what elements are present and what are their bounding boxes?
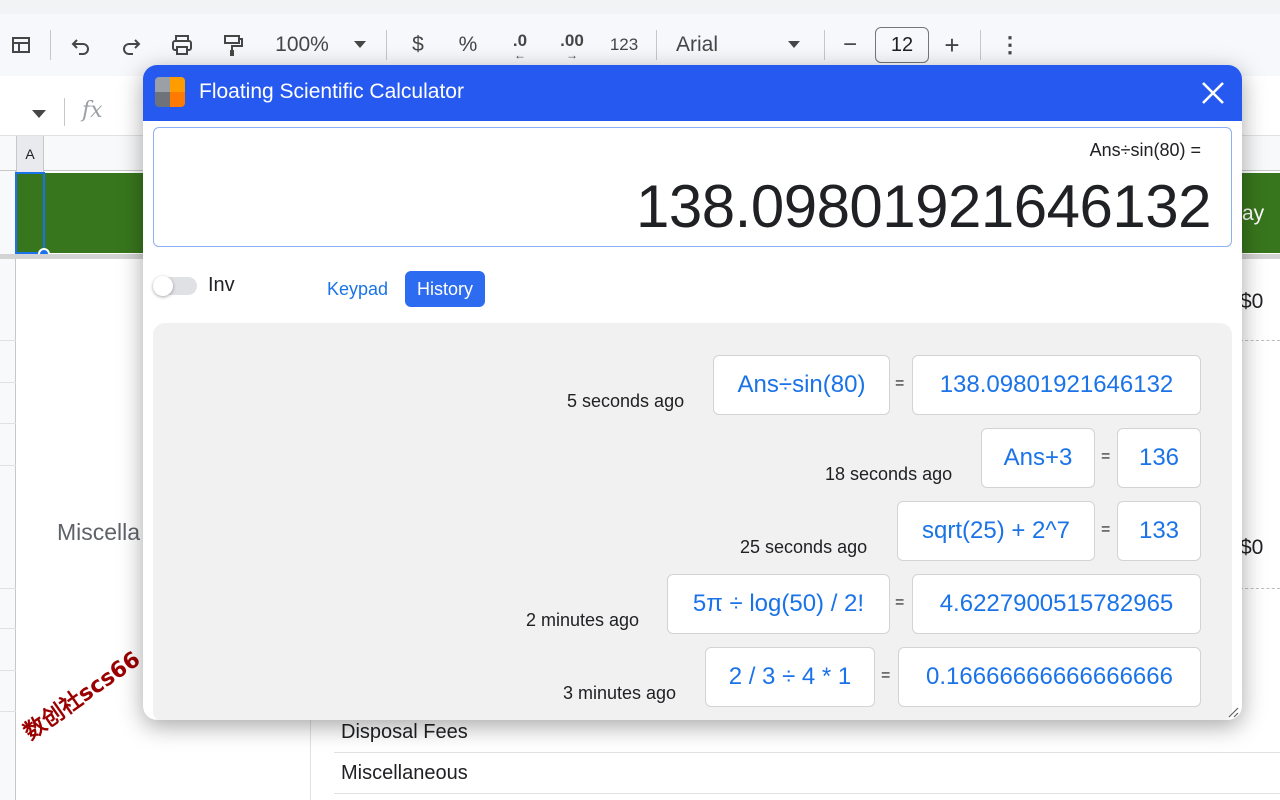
history-expression-button[interactable]: 5π ÷ log(50) / 2! (667, 574, 890, 634)
history-expression-button[interactable]: Ans÷sin(80) (713, 355, 890, 415)
dashed-border (1240, 588, 1280, 589)
history-result-button[interactable]: 138.09801921646132 (912, 355, 1201, 415)
more-label: ⋮ (999, 32, 1021, 57)
history-expression-button[interactable]: Ans+3 (981, 428, 1095, 488)
history-result-button[interactable]: 133 (1117, 501, 1201, 561)
header-cell-partial: ay (1242, 202, 1265, 225)
calculator-window: Floating Scientific Calculator Ans÷sin(8… (143, 65, 1242, 720)
row-line (0, 382, 16, 383)
arrow-left-icon: ← (514, 48, 526, 62)
plus-label: + (944, 29, 960, 60)
category-cell[interactable]: Miscella (57, 519, 140, 546)
toggle-knob (153, 276, 173, 296)
arrow-right-icon: → (566, 48, 578, 62)
item-cell-miscellaneous[interactable]: Miscellaneous (341, 762, 468, 785)
history-result-button[interactable]: 0.16666666666666666 (898, 647, 1201, 707)
history-time: 25 seconds ago (740, 537, 868, 557)
fx-icon: fx (82, 98, 103, 123)
dashed-border (1240, 340, 1280, 341)
browser-top-strip (0, 0, 1280, 14)
calculator-logo-icon (155, 77, 185, 107)
history-time: 2 minutes ago (526, 610, 640, 630)
toolbar-divider (824, 30, 825, 60)
item-cell-disposal-fees[interactable]: Disposal Fees (341, 721, 468, 744)
history-time: 5 seconds ago (567, 391, 685, 411)
number-format-label: 123 (609, 35, 639, 54)
font-size-input[interactable]: 12 (875, 27, 929, 63)
zoom-value: 100% (275, 33, 329, 56)
resize-handle-icon[interactable] (1227, 705, 1239, 718)
font-size-value: 12 (890, 33, 914, 56)
column-a-header[interactable]: A (16, 136, 44, 172)
history-equals: = (895, 375, 905, 392)
history-expression-button[interactable]: sqrt(25) + 2^7 (897, 501, 1095, 561)
font-name: Arial (676, 33, 719, 56)
history-equals: = (1101, 521, 1111, 538)
history-equals: = (1101, 448, 1111, 465)
row-line (0, 628, 16, 629)
inv-toggle[interactable] (153, 276, 197, 296)
history-equals: = (895, 594, 905, 611)
row-line (0, 423, 16, 424)
display-result: 138.09801921646132 (636, 173, 1211, 240)
minus-label: − (842, 31, 857, 58)
amount-cell[interactable]: $0 (1240, 536, 1263, 560)
menu-search-icon[interactable] (6, 14, 36, 76)
calculator-display: Ans÷sin(80) = 138.09801921646132 (153, 127, 1232, 247)
history-time: 18 seconds ago (825, 464, 953, 484)
amount-cell[interactable]: $0 (1240, 290, 1263, 314)
row-header-gutter (0, 171, 16, 800)
row-line (0, 670, 16, 671)
row-line (0, 711, 16, 712)
history-equals: = (881, 667, 891, 684)
name-box-chevron-down-icon[interactable] (32, 106, 46, 124)
tab-keypad[interactable]: Keypad (319, 271, 396, 307)
watermark-text: 数创社scs66 (19, 646, 146, 746)
row-line (0, 465, 16, 466)
redo-icon[interactable] (116, 14, 146, 76)
calculator-title: Floating Scientific Calculator (199, 80, 464, 103)
undo-icon[interactable] (66, 14, 96, 76)
close-icon[interactable] (1199, 79, 1227, 107)
display-expression: Ans÷sin(80) = (1089, 140, 1201, 160)
toolbar-divider (386, 30, 387, 60)
percent-label: % (458, 33, 478, 56)
inv-label: Inv (208, 274, 235, 296)
row-line (0, 340, 16, 341)
history-time: 3 minutes ago (563, 683, 677, 703)
history-expression-button[interactable]: 2 / 3 ÷ 4 * 1 (705, 647, 875, 707)
selected-cell[interactable] (15, 172, 45, 254)
formula-divider (64, 98, 65, 126)
row-line (0, 588, 16, 589)
row-line (334, 752, 1280, 753)
calculator-title-bar[interactable]: Floating Scientific Calculator (143, 65, 1242, 121)
currency-label: $ (412, 33, 424, 56)
history-result-button[interactable]: 136 (1117, 428, 1201, 488)
history-result-button[interactable]: 4.6227900515782965 (912, 574, 1201, 634)
row-line (334, 793, 1280, 794)
toolbar-divider (50, 30, 51, 60)
tab-history[interactable]: History (405, 271, 486, 307)
toolbar-divider (656, 30, 657, 60)
history-panel: 5 seconds ago Ans÷sin(80) = 138.09801921… (153, 323, 1232, 720)
toolbar-divider (980, 30, 981, 60)
